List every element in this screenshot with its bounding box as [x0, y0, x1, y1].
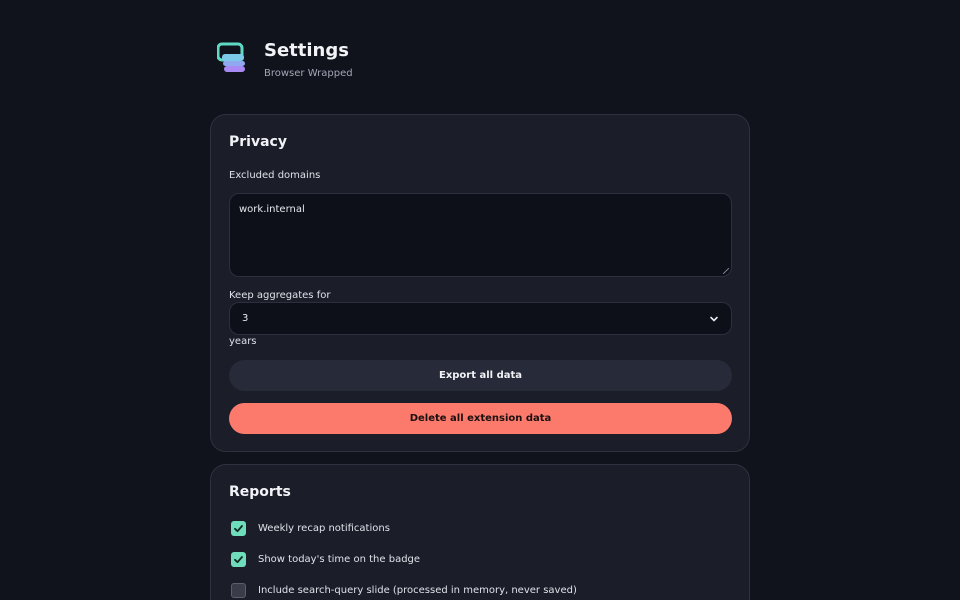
option-weekly-recap[interactable]: Weekly recap notifications [231, 521, 390, 536]
option-badge-time[interactable]: Show today's time on the badge [231, 552, 420, 567]
excluded-domains-textarea[interactable]: work.internal [229, 193, 732, 277]
checkmark-icon [234, 556, 243, 564]
keep-aggregates-value: 3 [242, 313, 249, 324]
page-title: Settings [264, 40, 349, 61]
privacy-card: Privacy Excluded domains work.internal K… [210, 114, 750, 452]
delete-data-button[interactable]: Delete all extension data [229, 403, 732, 434]
page-subtitle: Browser Wrapped [264, 68, 353, 79]
keep-aggregates-select[interactable]: 3 [229, 302, 732, 335]
excluded-domains-value: work.internal [239, 204, 305, 215]
reports-title: Reports [229, 484, 291, 500]
excluded-domains-label: Excluded domains [229, 170, 321, 181]
stacked-cards-logo-icon [217, 42, 245, 72]
checkbox-search-query-slide[interactable] [231, 583, 246, 598]
page-header: Settings Browser Wrapped [217, 40, 353, 80]
option-label: Show today's time on the badge [258, 554, 421, 565]
resize-grip-icon[interactable] [723, 268, 729, 274]
keep-aggregates-unit: years [229, 336, 257, 347]
option-label: Include search-query slide (processed in… [258, 585, 577, 596]
keep-aggregates-label: Keep aggregates for [229, 290, 331, 301]
checkbox-weekly-recap[interactable] [231, 521, 246, 536]
export-data-button[interactable]: Export all data [229, 360, 732, 391]
checkbox-badge-time[interactable] [231, 552, 246, 567]
option-label: Weekly recap notifications [258, 523, 390, 534]
option-search-query-slide[interactable]: Include search-query slide (processed in… [231, 583, 577, 598]
privacy-title: Privacy [229, 134, 287, 150]
checkmark-icon [234, 525, 243, 533]
chevron-down-icon [710, 316, 718, 321]
reports-card: Reports Weekly recap notifications Show … [210, 464, 750, 600]
